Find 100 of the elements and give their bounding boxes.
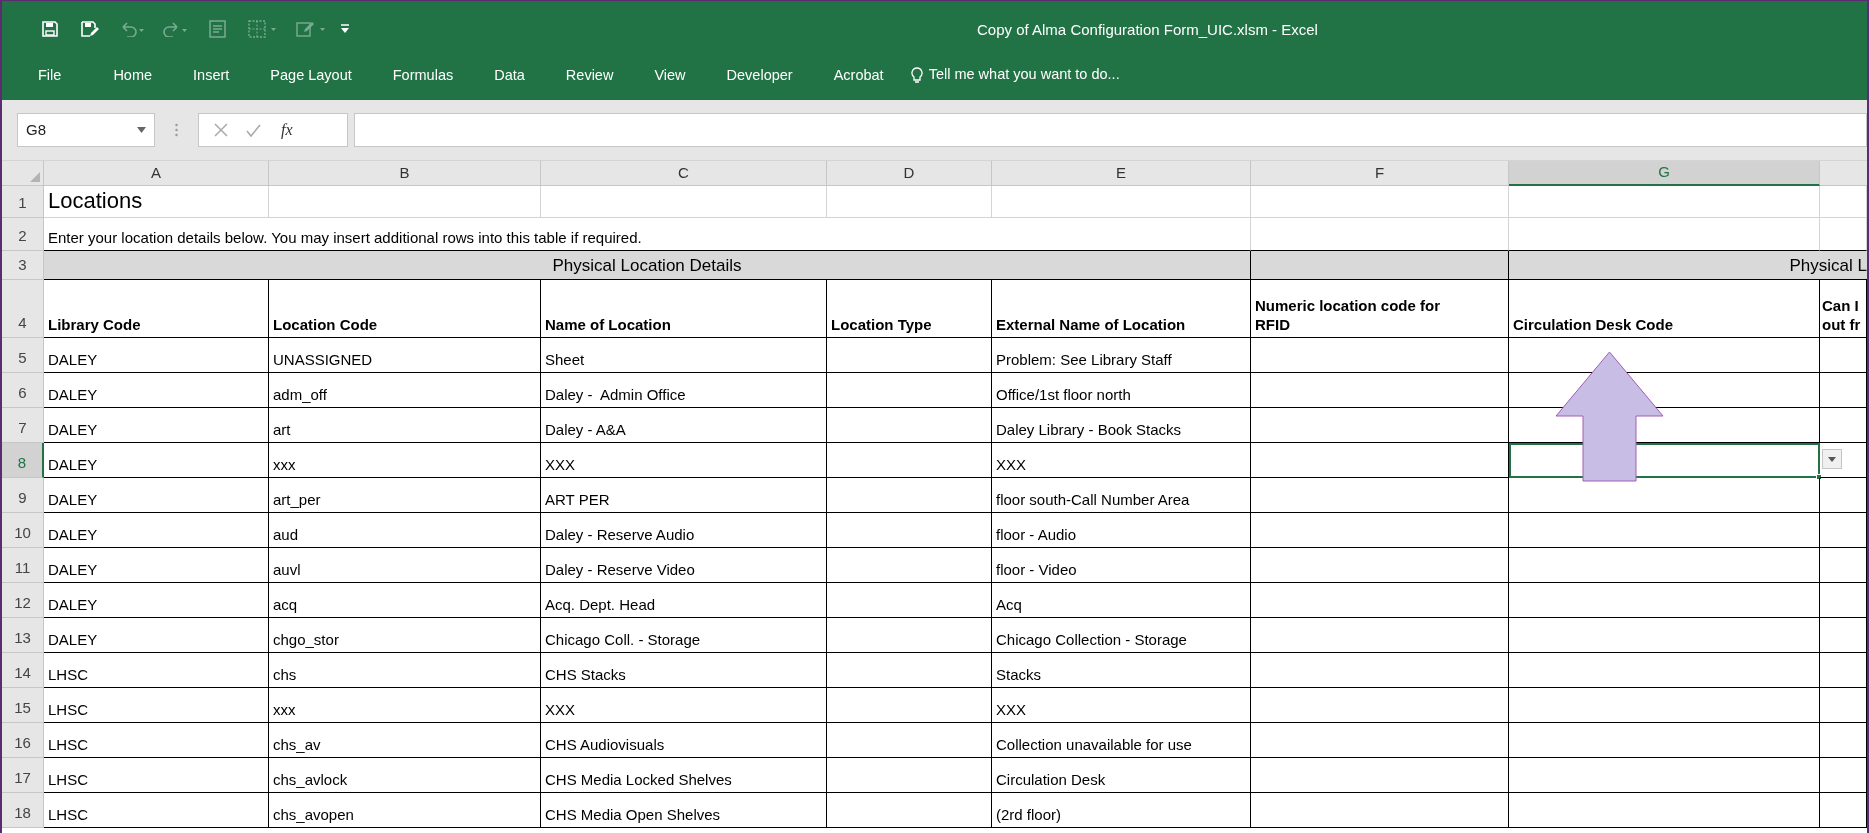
column-header[interactable]: C: [541, 161, 827, 186]
ribbon-tab[interactable]: View: [650, 65, 690, 85]
table-cell: chs_avlock: [269, 758, 541, 793]
empty-cell[interactable]: [1820, 653, 1867, 688]
column-header[interactable]: E: [992, 161, 1251, 186]
fill-handle[interactable]: [1816, 474, 1822, 480]
table-cell: DALEY: [44, 373, 269, 408]
empty-cell[interactable]: [1820, 478, 1867, 513]
ribbon-tab[interactable]: Acrobat: [829, 65, 888, 85]
empty-cell[interactable]: [827, 408, 992, 443]
ribbon-tab[interactable]: Page Layout: [266, 65, 356, 85]
table-cell: Daley - Admin Office: [541, 373, 827, 408]
row-header[interactable]: 2: [2, 218, 44, 251]
ribbon-tab[interactable]: Review: [561, 65, 618, 85]
empty-cell[interactable]: [1820, 338, 1867, 373]
empty-cell[interactable]: [827, 723, 992, 758]
row-header[interactable]: 5: [2, 338, 44, 373]
empty-cell[interactable]: [827, 338, 992, 373]
table-cell: aud: [269, 513, 541, 548]
empty-cell[interactable]: [827, 653, 992, 688]
ribbon-tab[interactable]: Formulas: [388, 65, 458, 85]
save-icon[interactable]: [41, 19, 59, 38]
empty-cell[interactable]: [1251, 513, 1509, 548]
empty-cell[interactable]: [1251, 338, 1509, 373]
customize-toolbar-icon[interactable]: [340, 23, 350, 34]
empty-cell[interactable]: [1820, 723, 1867, 758]
row-header[interactable]: 18: [2, 793, 44, 828]
row-header[interactable]: 3: [2, 251, 44, 280]
row-header[interactable]: 10: [2, 513, 44, 548]
empty-cell[interactable]: [1820, 758, 1867, 793]
row-header[interactable]: 6: [2, 373, 44, 408]
empty-cell[interactable]: [827, 513, 992, 548]
name-box[interactable]: G8: [17, 113, 155, 147]
empty-cell[interactable]: [827, 478, 992, 513]
empty-cell[interactable]: [1251, 723, 1509, 758]
row-header[interactable]: 4: [2, 280, 44, 338]
empty-cell[interactable]: [1251, 583, 1509, 618]
row-header[interactable]: 14: [2, 653, 44, 688]
save-edit-icon[interactable]: [80, 19, 99, 38]
column-header[interactable]: A: [44, 161, 269, 186]
empty-cell[interactable]: [827, 443, 992, 478]
empty-cell[interactable]: [1251, 478, 1509, 513]
check-icon[interactable]: [246, 123, 261, 137]
empty-cell[interactable]: [1820, 583, 1867, 618]
empty-cell[interactable]: [1251, 443, 1509, 478]
empty-cell[interactable]: [827, 688, 992, 723]
row-header[interactable]: 7: [2, 408, 44, 443]
empty-cell[interactable]: [1251, 688, 1509, 723]
table-cell: Stacks: [992, 653, 1251, 688]
ribbon-tab[interactable]: File: [34, 65, 66, 85]
row-header[interactable]: 11: [2, 548, 44, 583]
empty-cell[interactable]: [1820, 688, 1867, 723]
column-header[interactable]: B: [269, 161, 541, 186]
empty-cell[interactable]: [1820, 618, 1867, 653]
row-header[interactable]: 15: [2, 688, 44, 723]
empty-cell[interactable]: [1820, 443, 1867, 478]
empty-cell[interactable]: [1251, 793, 1509, 828]
ribbon-tab[interactable]: Home: [109, 65, 157, 85]
row-header[interactable]: 9: [2, 478, 44, 513]
empty-cell[interactable]: [1251, 758, 1509, 793]
column-header[interactable]: G: [1509, 161, 1820, 186]
empty-cell[interactable]: [827, 758, 992, 793]
ribbon-tab[interactable]: Insert: [189, 65, 234, 85]
row-header[interactable]: 8: [2, 443, 44, 478]
empty-cell[interactable]: [1820, 793, 1867, 828]
row-header[interactable]: 13: [2, 618, 44, 653]
row-header[interactable]: 16: [2, 723, 44, 758]
table-cell: art: [269, 408, 541, 443]
empty-cell[interactable]: [1820, 408, 1867, 443]
tell-me-field[interactable]: Tell me what you want to do...: [910, 64, 1169, 86]
empty-cell[interactable]: [1251, 373, 1509, 408]
table-cell: Chicago Coll. - Storage: [541, 618, 827, 653]
column-heading: Circulation Desk Code: [1509, 280, 1820, 338]
empty-cell[interactable]: [827, 373, 992, 408]
empty-cell[interactable]: [827, 548, 992, 583]
ribbon-tab[interactable]: Developer: [722, 65, 797, 85]
empty-cell[interactable]: [1251, 548, 1509, 583]
row-header[interactable]: 1: [2, 186, 44, 218]
empty-cell[interactable]: [827, 793, 992, 828]
lightbulb-icon: [910, 66, 923, 84]
empty-cell[interactable]: [827, 618, 992, 653]
empty-cell[interactable]: [1820, 513, 1867, 548]
table-cell: xxx: [269, 688, 541, 723]
row-header[interactable]: 17: [2, 758, 44, 793]
column-heading: Library Code: [44, 280, 269, 338]
empty-cell[interactable]: [1820, 373, 1867, 408]
table-cell: Office/1st floor north: [992, 373, 1251, 408]
empty-cell[interactable]: [1820, 548, 1867, 583]
formula-input[interactable]: [354, 113, 1867, 147]
empty-cell[interactable]: [1251, 408, 1509, 443]
table-cell: CHS Media Open Shelves: [541, 793, 827, 828]
empty-cell[interactable]: [827, 583, 992, 618]
dropdown-button[interactable]: [1822, 449, 1842, 469]
ribbon-tab[interactable]: Data: [490, 65, 529, 85]
column-header[interactable]: D: [827, 161, 992, 186]
insert-function-button[interactable]: fx: [281, 122, 293, 138]
empty-cell[interactable]: [1251, 653, 1509, 688]
empty-cell[interactable]: [1251, 618, 1509, 653]
column-header[interactable]: F: [1251, 161, 1509, 186]
row-header[interactable]: 12: [2, 583, 44, 618]
